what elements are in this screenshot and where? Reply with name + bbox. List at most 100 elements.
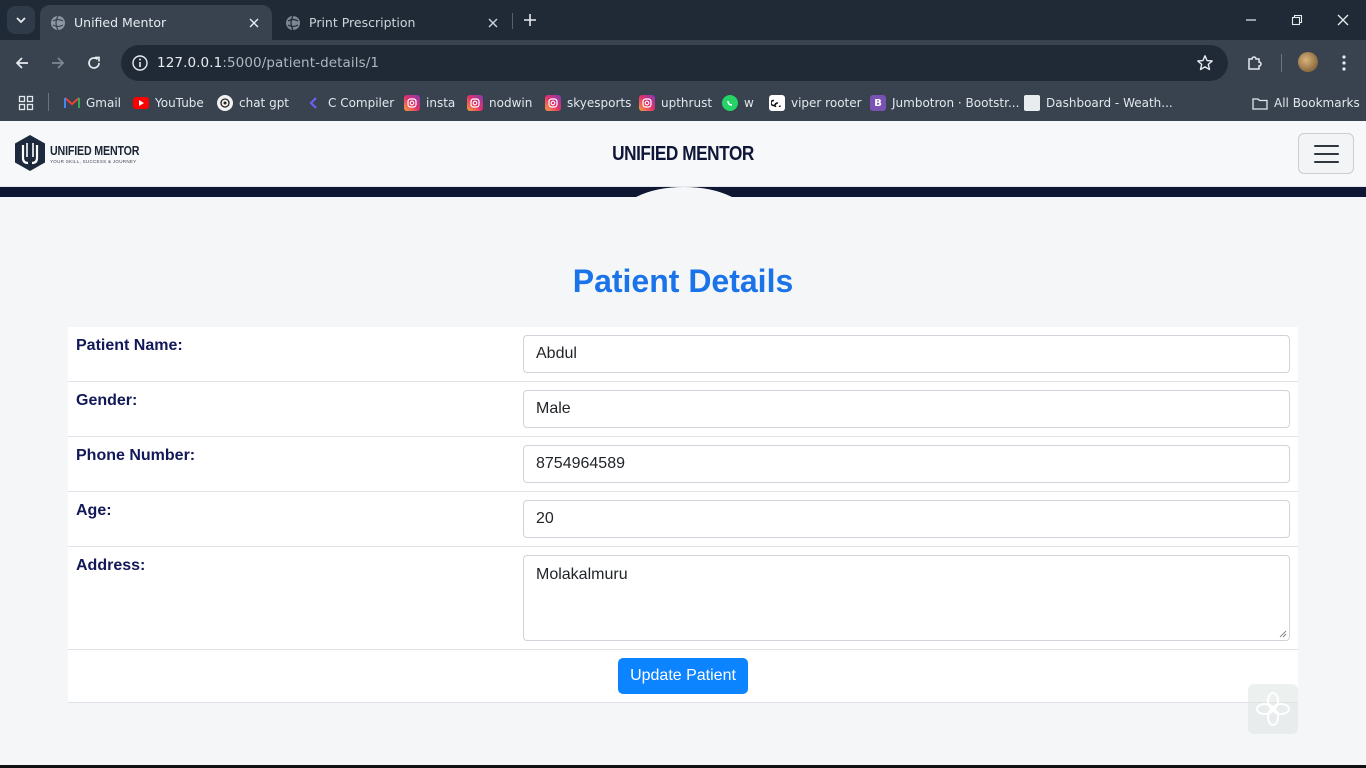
bookmark-upthrust[interactable]: upthrust [639, 92, 712, 114]
browser-menu-button[interactable] [1333, 52, 1355, 74]
chatgpt-icon [217, 95, 233, 111]
globe-icon [286, 15, 300, 30]
address-textarea[interactable]: Molakalmuru [523, 555, 1290, 641]
gender-label: Gender: [76, 392, 138, 409]
form-row-gender: Gender: Male [68, 382, 1298, 437]
bookmark-youtube[interactable]: YouTube [133, 92, 204, 114]
page-icon [1024, 95, 1040, 111]
bookmark-label: Dashboard - Weath... [1046, 96, 1173, 110]
page-title: Patient Details [572, 263, 794, 299]
form-row-age: Age: 20 [68, 492, 1298, 547]
bookmark-label: upthrust [661, 96, 713, 110]
close-icon[interactable] [485, 15, 501, 31]
patient-name-label: Patient Name: [76, 337, 183, 354]
apps-button[interactable] [18, 92, 34, 114]
bookmark-label: skyesports [567, 96, 632, 110]
update-patient-button[interactable]: Update Patient [618, 658, 748, 694]
site-title: UNIFIED MENTOR [612, 143, 754, 165]
minimize-icon [1246, 19, 1256, 21]
browser-tab-bar: Unified Mentor Print Prescription [0, 0, 1366, 40]
floating-assistant-button[interactable] [1248, 684, 1298, 734]
bookmark-label: insta [426, 96, 456, 110]
bookmark-c-compiler[interactable]: C Compiler [306, 92, 394, 114]
hamburger-icon-line [1314, 145, 1339, 147]
globe-icon [51, 15, 65, 30]
bookmark-label: chat gpt [239, 96, 290, 110]
bookmark-star-icon[interactable] [1196, 54, 1214, 72]
tab-search-button[interactable] [7, 6, 35, 34]
bookmarks-bar: Gmail YouTube chat gpt C Compiler insta … [0, 86, 1366, 121]
bookmark-skyesports[interactable]: skyesports [545, 92, 631, 114]
instagram-icon [639, 95, 655, 111]
all-bookmarks-button[interactable]: All Bookmarks [1252, 92, 1360, 114]
bookmark-viper-rooter[interactable]: viper rooter [769, 92, 862, 114]
arrow-right-icon [52, 57, 65, 69]
compiler-icon [306, 95, 322, 111]
restore-button[interactable] [1274, 0, 1320, 40]
instagram-icon [467, 95, 483, 111]
close-window-button[interactable] [1320, 0, 1366, 40]
bookmark-gmail[interactable]: Gmail [64, 92, 121, 114]
new-tab-button[interactable] [520, 10, 540, 30]
extensions-button[interactable] [1244, 52, 1266, 74]
phone-number-label: Phone Number: [76, 447, 196, 464]
patient-details-form: Patient Name: Abdul Gender: Male Phone N… [68, 327, 1298, 703]
instagram-icon [545, 95, 561, 111]
patient-name-input[interactable]: Abdul [523, 335, 1290, 373]
more-vertical-icon [1342, 55, 1346, 71]
bookmark-dashboard[interactable]: Dashboard - Weath... [1024, 92, 1173, 114]
bookmark-nodwin[interactable]: nodwin [467, 92, 532, 114]
resize-handle-icon[interactable] [1279, 630, 1287, 638]
bookmark-label: C Compiler [328, 96, 395, 110]
bookmark-w[interactable]: w [722, 92, 754, 114]
bookmark-label: Gmail [86, 96, 122, 110]
address-bar[interactable]: 127.0.0.1:5000/patient-details/1 [121, 45, 1228, 81]
url-text: 127.0.0.1:5000/patient-details/1 [157, 55, 379, 71]
age-input[interactable]: 20 [523, 500, 1290, 538]
youtube-icon [133, 97, 149, 109]
browser-toolbar: 127.0.0.1:5000/patient-details/1 [0, 40, 1366, 86]
site-info-icon[interactable] [131, 54, 149, 72]
gmail-icon [64, 95, 80, 111]
back-button[interactable] [10, 51, 34, 75]
address-value: Molakalmuru [536, 566, 628, 583]
bookmark-insta[interactable]: insta [404, 92, 455, 114]
bookmark-label: nodwin [489, 96, 533, 110]
url-path: :5000/patient-details/1 [222, 55, 380, 71]
address-label: Address: [76, 557, 146, 574]
tab-unified-mentor[interactable]: Unified Mentor [40, 5, 272, 40]
tab-print-prescription[interactable]: Print Prescription [275, 5, 511, 40]
whatsapp-icon [722, 95, 738, 111]
bookmark-label: All Bookmarks [1274, 96, 1360, 110]
bookmark-label: viper rooter [791, 96, 862, 110]
forward-button[interactable] [46, 51, 70, 75]
chevron-down-icon [16, 17, 26, 24]
arrow-left-icon [15, 57, 28, 69]
phone-number-input[interactable]: 8754964589 [523, 445, 1290, 483]
tab-title: Unified Mentor [74, 15, 167, 30]
restore-icon [1291, 14, 1303, 26]
bookmark-label: Jumbotron · Bootstr... [892, 96, 1020, 110]
reload-button[interactable] [82, 51, 106, 75]
gender-input[interactable]: Male [523, 390, 1290, 428]
age-label: Age: [76, 502, 112, 519]
apps-grid-icon [18, 95, 34, 111]
unified-mentor-logo-icon [15, 135, 45, 171]
bookmark-chat-gpt[interactable]: chat gpt [217, 92, 289, 114]
bootstrap-icon: B [870, 95, 886, 111]
url-host: 127.0.0.1 [157, 55, 223, 71]
close-icon [1337, 14, 1349, 26]
navbar-toggle-button[interactable] [1298, 133, 1354, 174]
bookmarks-divider [48, 93, 49, 111]
hamburger-icon-line [1314, 161, 1339, 163]
close-icon[interactable] [246, 15, 262, 31]
profile-avatar[interactable] [1298, 52, 1318, 72]
reload-icon [88, 56, 100, 69]
form-row-patient-name: Patient Name: Abdul [68, 327, 1298, 382]
bookmark-label: w [744, 96, 754, 110]
tab-divider [512, 13, 513, 29]
bookmark-jumbotron[interactable]: B Jumbotron · Bootstr... [870, 92, 1019, 114]
minimize-button[interactable] [1228, 0, 1274, 40]
link-icon [769, 95, 785, 111]
tab-title: Print Prescription [309, 15, 416, 30]
